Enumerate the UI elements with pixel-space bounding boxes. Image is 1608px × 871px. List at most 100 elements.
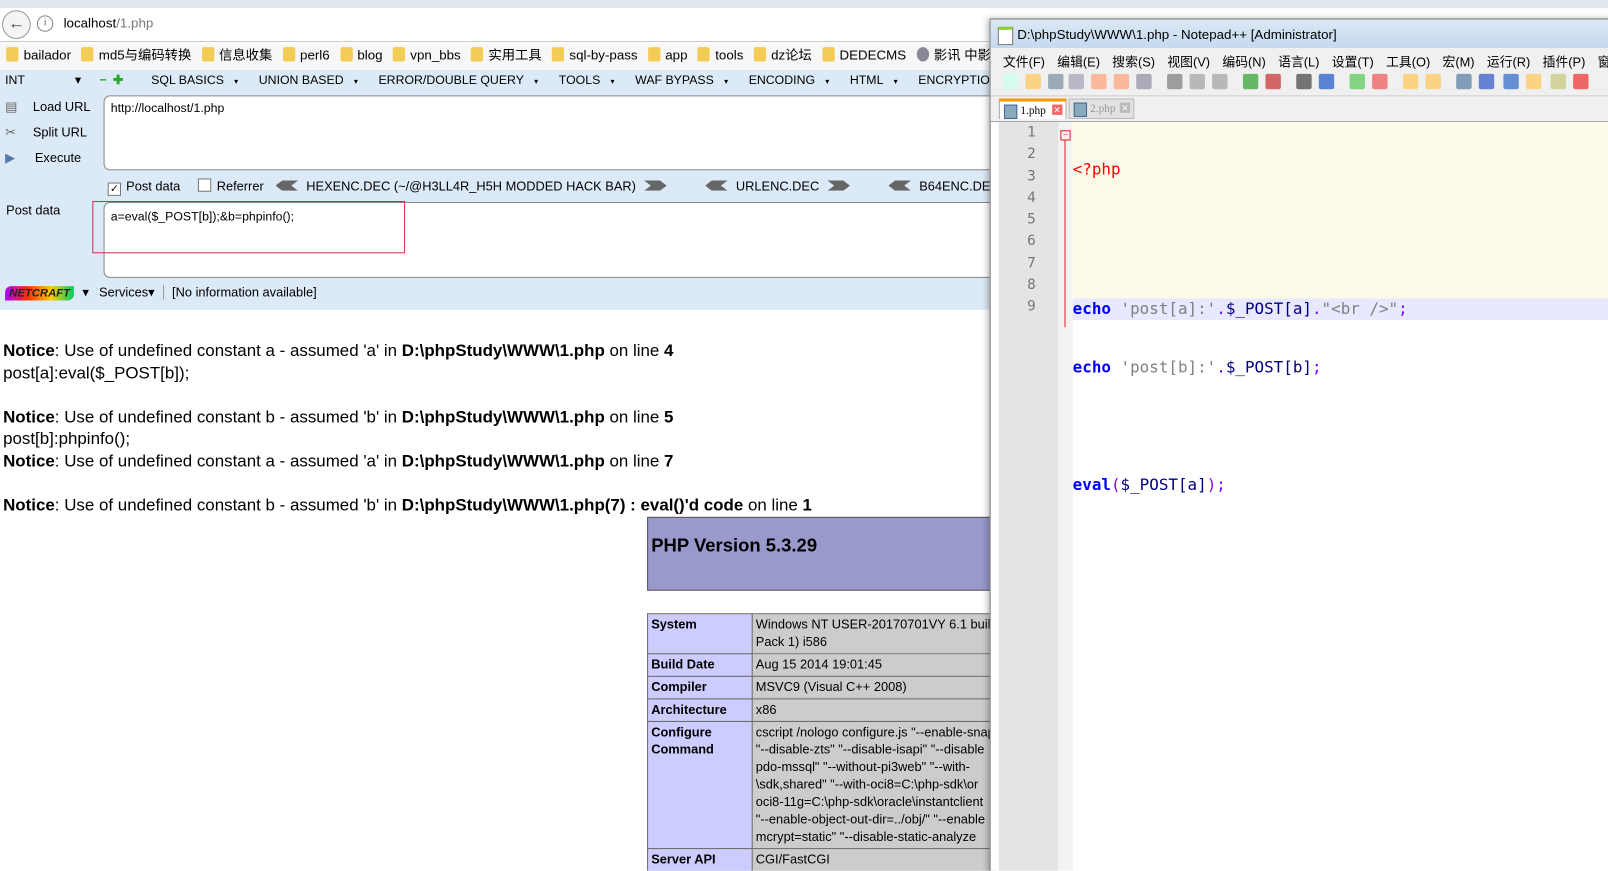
phpinfo-value: x86 [751, 698, 996, 722]
execute-icon: ▶ [5, 150, 15, 166]
bookmark-item[interactable]: vpn_bbs [392, 47, 461, 63]
notice-line: 4 [664, 341, 674, 360]
netcraft-logo[interactable]: NETCRAFT [5, 286, 75, 301]
code-editor[interactable]: 1 2 3 4 5 6 7 8 9 − <?php echo 'post[a]:'.$_POST… [998, 122, 1608, 871]
folder-icon [470, 47, 484, 62]
tab-2-php[interactable]: 2.php ✕ [1068, 98, 1135, 119]
zoom-out-icon[interactable] [1372, 73, 1388, 90]
close-icon[interactable]: ✕ [1119, 102, 1131, 113]
save-icon[interactable] [1048, 73, 1064, 90]
bookmark-item[interactable]: 信息收集 [201, 44, 272, 63]
hackbar-menu-item[interactable]: SQL BASICS ▾ [151, 73, 248, 87]
notepad-icon [997, 26, 1014, 46]
indent-guide-icon[interactable] [1503, 73, 1519, 90]
value-line: x86 [755, 702, 777, 717]
split-url-button[interactable]: ✂ Split URL [5, 124, 87, 139]
save-all-icon[interactable] [1068, 73, 1084, 90]
line-number: 7 [1027, 255, 1036, 272]
record-macro-icon[interactable] [1573, 73, 1589, 90]
minus-icon[interactable]: − [99, 73, 106, 87]
referrer-checkbox[interactable] [198, 178, 212, 192]
window-title: D:\phpStudy\WWW\1.php - Notepad++ [Admin… [1017, 26, 1337, 43]
post-data-checkbox[interactable]: ✓ [107, 182, 122, 196]
tab-1-php[interactable]: 1.php ✕ [998, 98, 1067, 119]
urlenc-left-arrow[interactable] [705, 180, 728, 191]
undo-icon[interactable] [1242, 73, 1259, 90]
page-output: Notice: Use of undefined constant a - as… [3, 340, 812, 516]
bookmark-item[interactable]: tools [697, 47, 743, 63]
type-select[interactable]: INT ▾ [0, 73, 89, 87]
bookmark-item[interactable]: 实用工具 [470, 44, 542, 63]
notice-file: D:\phpStudy\WWW\1.php [401, 341, 605, 360]
hexenc-right-arrow[interactable] [644, 180, 667, 191]
bookmark-label: md5与编码转换 [98, 47, 192, 63]
services-menu[interactable]: Services▾ [99, 285, 155, 299]
load-icon: ▤ [5, 99, 18, 114]
hackbar-menu-item[interactable]: UNION BASED ▾ [259, 73, 368, 87]
notepad-toolbar [990, 68, 1608, 97]
back-button[interactable]: ← [2, 10, 31, 39]
hackbar-menu-item[interactable]: ERROR/DOUBLE QUERY ▾ [378, 73, 548, 87]
bookmark-item[interactable]: app [647, 47, 688, 63]
close-all-icon[interactable] [1113, 73, 1130, 90]
folder-icon [822, 47, 835, 62]
browser-tab-strip [0, 0, 1608, 9]
close-icon[interactable] [1091, 73, 1107, 90]
screen: ← i localhost/1.php bailador md5与编码转换 信息收集… [0, 0, 1608, 871]
sync-v-icon[interactable] [1402, 73, 1419, 90]
find-icon[interactable] [1296, 73, 1312, 90]
url-textarea[interactable]: http://localhost/1.php [103, 95, 996, 171]
function-list-icon[interactable] [1550, 73, 1566, 90]
output-line: post[b]:phpinfo(); [3, 429, 131, 449]
plus-icon[interactable]: ✚ [113, 73, 123, 87]
hackbar-menu-item[interactable]: HTML ▾ [850, 73, 908, 87]
phpinfo-value: MSVC9 (Visual C++ 2008) [751, 675, 996, 700]
hackbar-menu-item[interactable]: TOOLS ▾ [559, 73, 625, 87]
bookmark-item[interactable]: blog [339, 47, 383, 63]
notepad-titlebar[interactable]: D:\phpStudy\WWW\1.php - Notepad++ [Admin… [990, 19, 1608, 49]
value-line: oci8-11g=C:\php-sdk\oracle\instantclient [755, 794, 984, 810]
hackbar-menu-item[interactable]: WAF BYPASS ▾ [635, 73, 738, 87]
close-icon[interactable]: ✕ [1052, 104, 1063, 115]
bookmark-item[interactable]: perl6 [282, 47, 330, 63]
urlenc-right-arrow[interactable] [827, 180, 850, 191]
redo-icon[interactable] [1265, 73, 1281, 90]
fold-minus-icon[interactable]: − [1060, 130, 1071, 141]
zoom-in-icon[interactable] [1349, 73, 1365, 90]
netcraft-dropdown[interactable]: ▾ [82, 285, 88, 299]
word-wrap-icon[interactable] [1456, 73, 1472, 90]
b64enc-label: B64ENC.DEC [919, 179, 1000, 194]
hackbar-menu: INT ▾ − ✚ SQL BASICS ▾ UNION BASED ▾ ERROR/DOUB… [0, 73, 1203, 87]
menu-label: ENCRYPTION [918, 72, 999, 88]
load-url-button[interactable]: ▤ Load URL [5, 98, 90, 113]
paste-icon[interactable] [1212, 73, 1228, 90]
fold-line [1064, 140, 1066, 328]
cut-icon[interactable] [1167, 73, 1183, 90]
bookmark-item[interactable]: bailador [6, 47, 72, 63]
line-number: 6 [1027, 233, 1036, 250]
hackbar-menu-item[interactable]: ENCODING ▾ [749, 73, 840, 87]
netcraft-bar: NETCRAFT ▾ Services▾ [No information availa… [0, 284, 990, 309]
file-icon [1003, 104, 1018, 119]
show-all-chars-icon[interactable] [1478, 73, 1495, 90]
value-line: "--enable-object-out-dir=../obj/" "--ena… [755, 812, 986, 827]
bookmark-item[interactable]: dz论坛 [753, 44, 812, 63]
info-icon[interactable]: i [36, 15, 54, 32]
b64enc-left-arrow[interactable] [888, 180, 911, 191]
bookmark-item[interactable]: sql-by-pass [551, 47, 638, 63]
url-text[interactable]: localhost/1.php [64, 15, 154, 30]
output-line [3, 473, 812, 495]
bookmark-item[interactable]: md5与编码转换 [81, 44, 191, 63]
replace-icon[interactable] [1318, 73, 1335, 90]
open-file-icon[interactable] [1025, 73, 1041, 90]
copy-icon[interactable] [1189, 73, 1205, 90]
execute-button[interactable]: ▶ Execute [5, 150, 81, 165]
bookmark-item[interactable]: DEDECMS [822, 47, 906, 63]
hexenc-label: HEXENC.DEC (~/@H3LL4R_H5H MODDED HACK BA… [306, 179, 636, 194]
sync-h-icon[interactable] [1425, 73, 1441, 90]
hexenc-left-arrow[interactable] [275, 180, 299, 191]
new-file-icon[interactable] [1002, 73, 1019, 90]
doc-map-icon[interactable] [1525, 73, 1542, 90]
print-icon[interactable] [1136, 73, 1152, 90]
bookmark-label: bailador [23, 47, 72, 63]
